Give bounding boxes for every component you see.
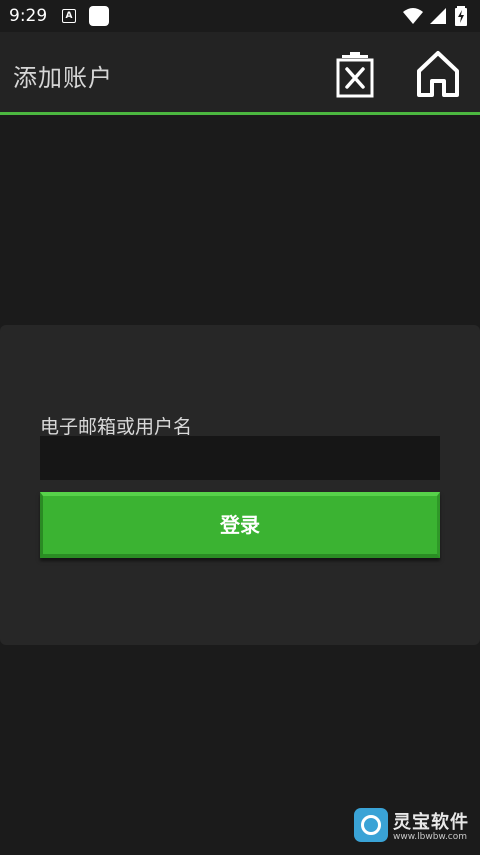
wifi-icon (403, 8, 423, 24)
signal-icon (430, 8, 446, 24)
username-input[interactable] (40, 436, 440, 480)
battery-charging-icon (455, 6, 467, 26)
watermark-title: 灵宝软件 (393, 812, 469, 833)
status-time: 9:29 (9, 6, 48, 26)
login-button[interactable]: 登录 (40, 492, 440, 558)
brand-logo-icon (354, 808, 388, 842)
accessibility-a-icon: A (62, 9, 76, 23)
status-bar: 9:29 A (0, 0, 480, 32)
screen: 9:29 A 添加账户 电子邮箱或用户名 登录 灵宝软件 www.lbwbw.c… (0, 0, 480, 855)
status-indicators (402, 6, 472, 26)
home-icon (417, 51, 459, 97)
username-label: 电子邮箱或用户名 (40, 416, 193, 438)
login-card: 电子邮箱或用户名 登录 (0, 325, 480, 645)
app-bar: 添加账户 (0, 32, 480, 114)
delete-x-icon (336, 52, 374, 98)
watermark: 灵宝软件 www.lbwbw.com (354, 808, 474, 846)
accent-divider (0, 112, 480, 115)
notification-square-icon (89, 6, 109, 26)
page-title: 添加账户 (13, 64, 113, 92)
delete-button[interactable] (331, 49, 379, 99)
watermark-url: www.lbwbw.com (393, 832, 468, 842)
home-button[interactable] (414, 49, 462, 99)
